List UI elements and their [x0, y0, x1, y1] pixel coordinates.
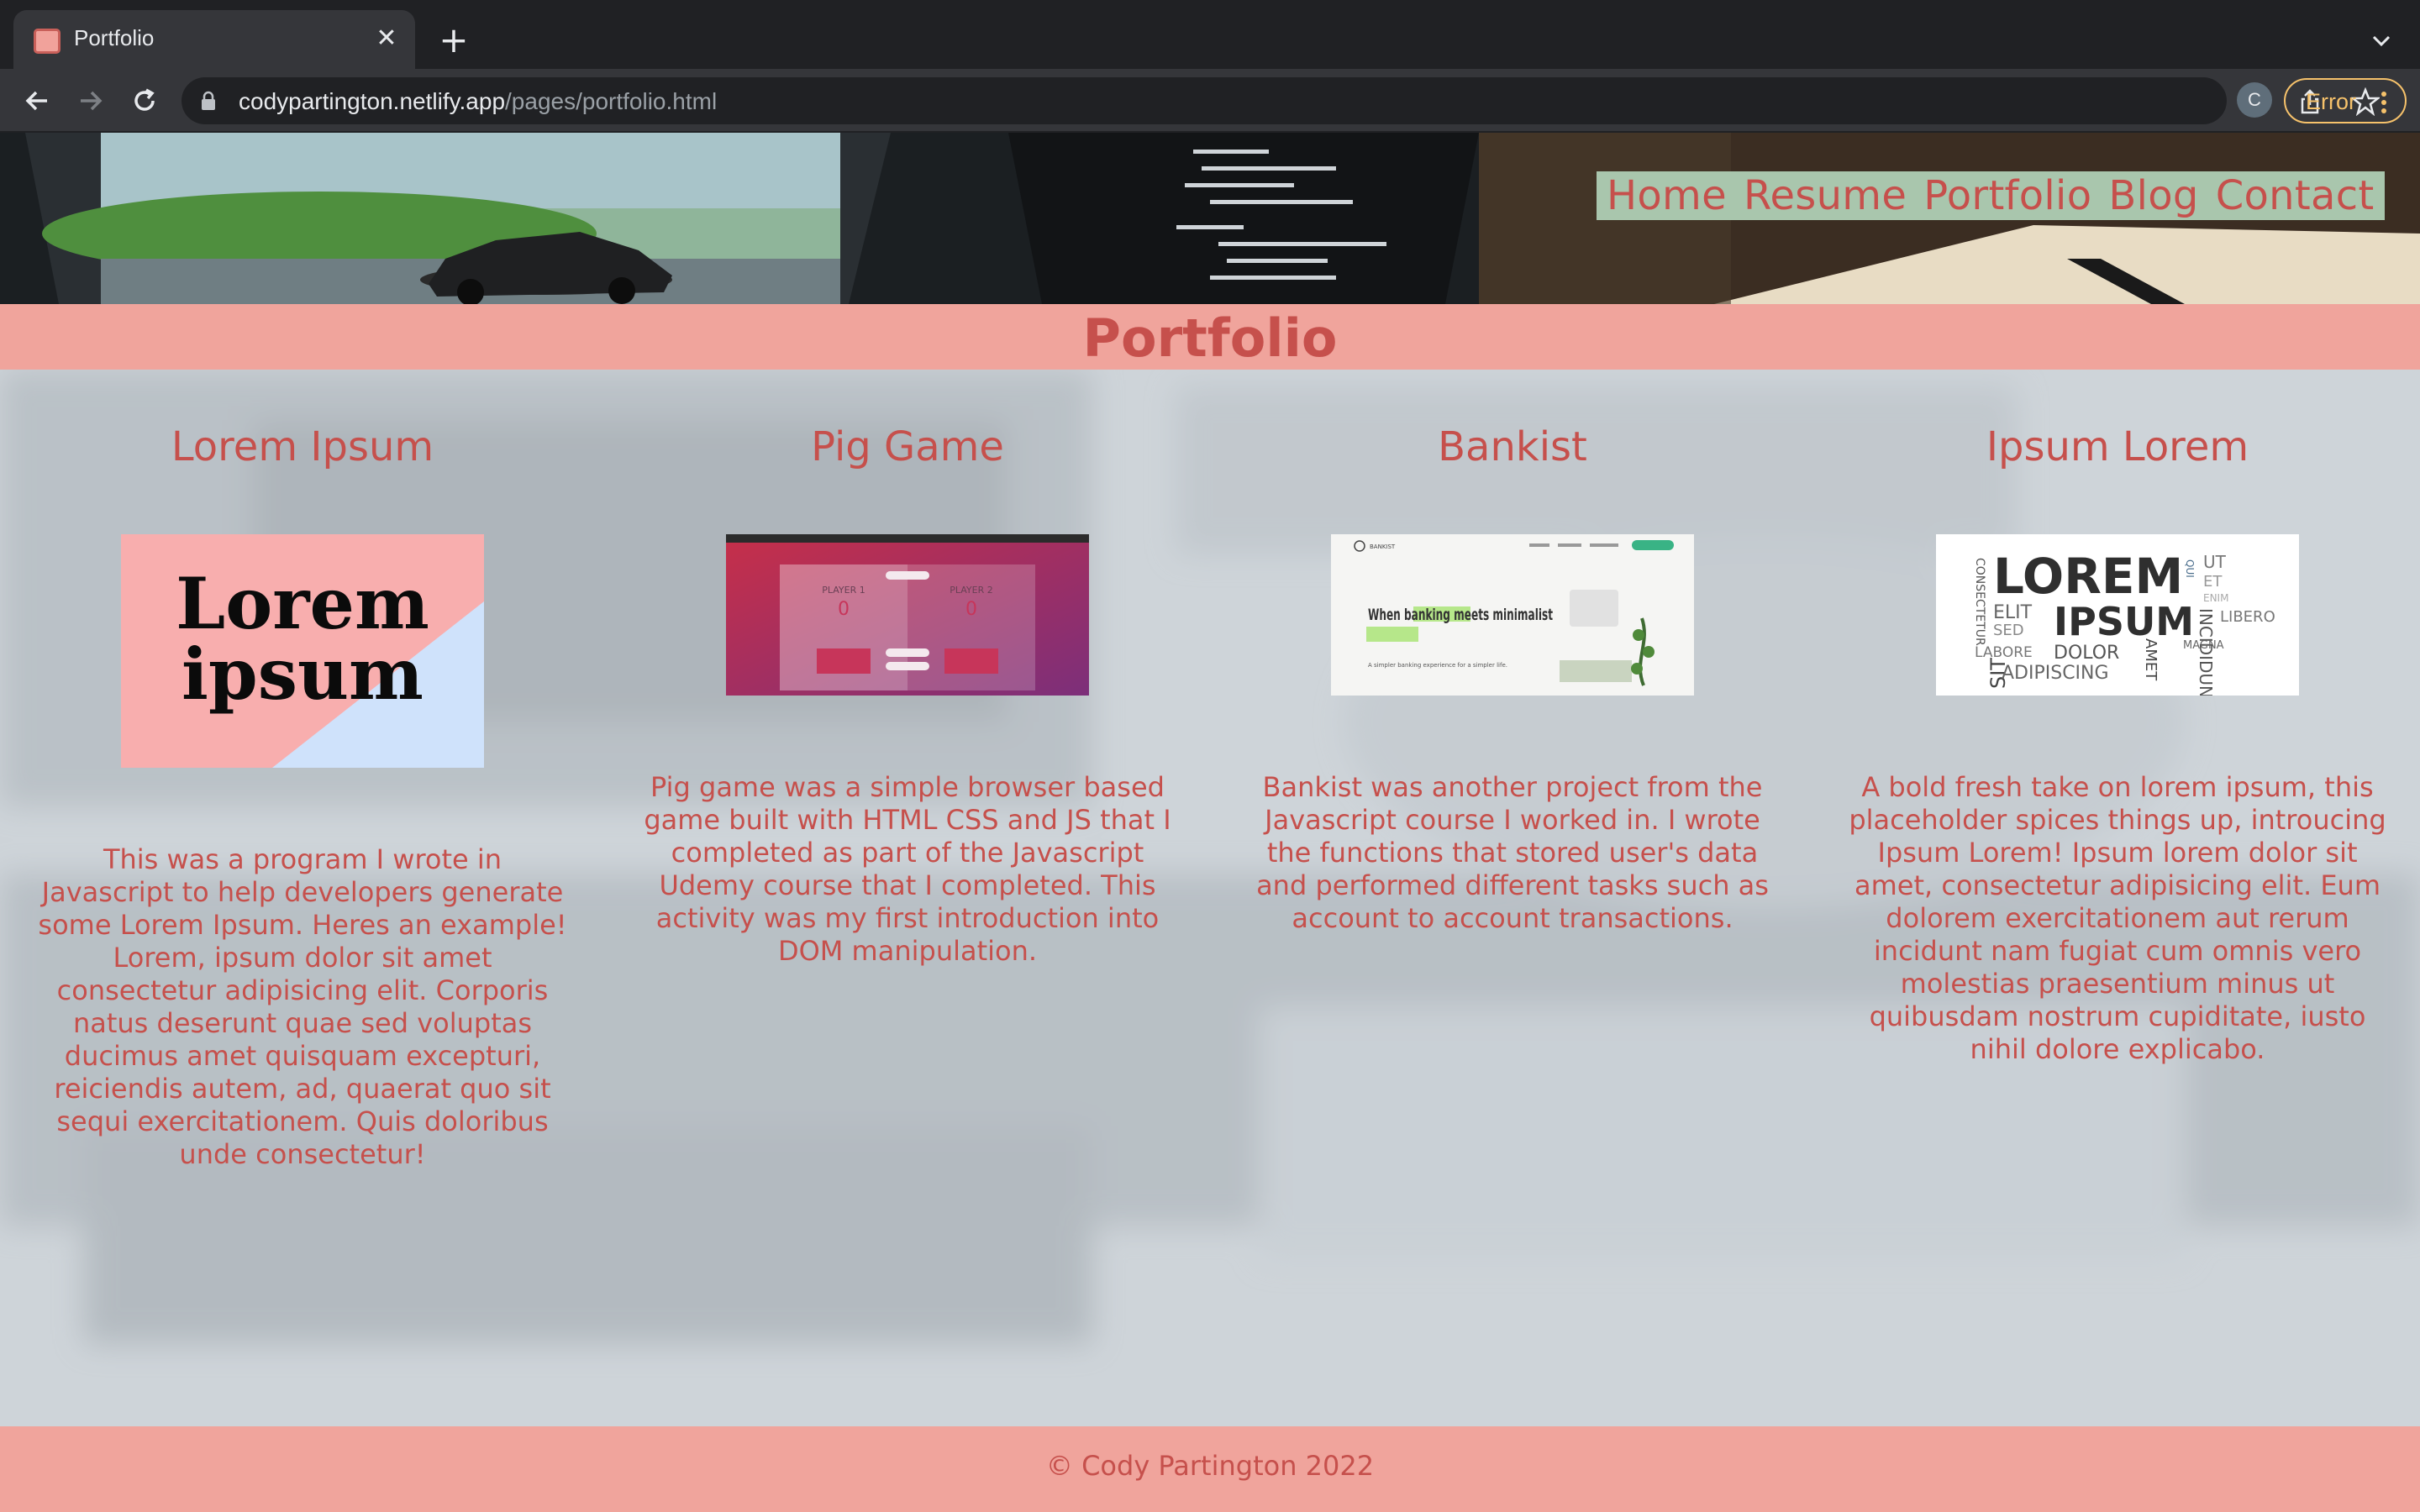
cloud-word-enim: ENIM	[2203, 592, 2228, 604]
main-nav: Home Resume Portfolio Blog Contact	[1597, 171, 2385, 220]
page-title: Portfolio	[1082, 307, 1338, 369]
cloud-word-dolor: DOLOR	[2054, 643, 2119, 664]
project-description: Pig game was a simple browser based game…	[644, 771, 1171, 967]
cloud-word-incididunt: INCIDIDUNT	[2196, 608, 2216, 696]
nav-link-resume[interactable]: Resume	[1744, 172, 1907, 219]
bankist-headline: When banking meets minimalist	[1368, 606, 1553, 624]
cloud-word-adipiscing: ADIPISCING	[2002, 663, 2109, 684]
player-2-score: 0	[965, 599, 977, 620]
cloud-word-consectetur: CONSECTETUR	[1973, 558, 1986, 646]
thumbnail-word-2: ipsum	[182, 633, 424, 716]
url-text: codypartington.netlify.app/pages/portfol…	[239, 88, 717, 115]
project-title: Lorem Ipsum	[171, 423, 434, 470]
cloud-word-lorem: LOREM	[1993, 548, 2183, 605]
main-section: Lorem Ipsum Lorem ipsum This was a progr…	[0, 370, 2420, 1426]
tab-search-chevron-icon[interactable]	[2366, 25, 2396, 55]
browser-tab-strip: Portfolio ✕ +	[0, 0, 2420, 69]
cloud-word-libero: LIBERO	[2220, 608, 2275, 626]
nav-link-blog[interactable]: Blog	[2108, 172, 2198, 219]
project-card-lorem-ipsum: Lorem Ipsum Lorem ipsum This was a progr…	[34, 423, 571, 1170]
nav-link-home[interactable]: Home	[1607, 172, 1727, 219]
cloud-word-generator: QUI	[2184, 559, 2196, 578]
project-title: Pig Game	[811, 423, 1004, 470]
project-title: Bankist	[1438, 423, 1587, 470]
cloud-word-labore: LABORE	[1975, 644, 2033, 661]
player-1-score: 0	[838, 599, 850, 620]
player-2-label: PLAYER 2	[950, 585, 993, 596]
project-description: Bankist was another project from the Jav…	[1256, 771, 1769, 934]
nav-link-portfolio[interactable]: Portfolio	[1923, 172, 2091, 219]
close-tab-icon[interactable]: ✕	[371, 24, 402, 54]
profile-avatar[interactable]: C	[2237, 82, 2272, 118]
lorem-ipsum-thumbnail: Lorem ipsum	[121, 534, 484, 768]
project-image-bankist[interactable]: BANKIST When banking meets minimalist A …	[1331, 534, 1694, 696]
project-image-ipsum-lorem[interactable]: LOREM IPSUM DOLOR SIT AMET ELIT SED LABO…	[1936, 534, 2299, 696]
bankist-logo-text: BANKIST	[1370, 543, 1396, 550]
forward-arrow-icon[interactable]	[72, 82, 109, 119]
browser-toolbar: codypartington.netlify.app/pages/portfol…	[0, 69, 2420, 133]
project-card-ipsum-lorem: Ipsum Lorem LOREM IPSUM DOLOR SIT AMET E…	[1849, 423, 2386, 1065]
reload-icon[interactable]	[126, 82, 163, 119]
copyright-text: © Cody Partington 2022	[1045, 1450, 1375, 1482]
project-image-lorem-ipsum[interactable]: Lorem ipsum	[121, 534, 484, 768]
project-card-pig-game: Pig Game PLAYER 1 PLAYER 2 0 0 Pig game …	[639, 423, 1176, 967]
new-tab-button[interactable]: +	[437, 23, 471, 58]
pig-game-thumbnail: PLAYER 1 PLAYER 2 0 0	[726, 534, 1089, 696]
cloud-word-ipsum: IPSUM	[2054, 599, 2194, 644]
site-favicon-icon	[34, 29, 60, 54]
error-label: Error	[2306, 89, 2356, 114]
page-title-band: Portfolio	[0, 304, 2420, 370]
word-cloud-thumbnail: LOREM IPSUM DOLOR SIT AMET ELIT SED LABO…	[1936, 534, 2299, 696]
project-description: A bold fresh take on lorem ipsum, this p…	[1849, 771, 2386, 1065]
project-title: Ipsum Lorem	[1986, 423, 2249, 470]
tab-title: Portfolio	[74, 25, 155, 50]
page-viewport: Home Resume Portfolio Blog Contact Portf…	[0, 133, 2420, 1512]
browser-tab[interactable]: Portfolio ✕	[13, 10, 415, 69]
url-host: codypartington.netlify.app	[239, 88, 506, 114]
nav-link-contact[interactable]: Contact	[2216, 172, 2375, 219]
back-arrow-icon[interactable]	[18, 82, 55, 119]
cloud-word-amet: AMET	[2142, 638, 2160, 681]
address-bar[interactable]: codypartington.netlify.app/pages/portfol…	[182, 77, 2380, 124]
cloud-word-et: ET	[2203, 573, 2223, 591]
player-1-label: PLAYER 1	[822, 585, 865, 596]
project-card-bankist: Bankist BANKIST When banking meets minim…	[1244, 423, 1781, 934]
more-menu-icon[interactable]	[2380, 90, 2388, 115]
cloud-word-magna: MAGNA	[2183, 639, 2224, 652]
cloud-word-sed: SED	[1993, 622, 2024, 639]
lock-icon[interactable]	[200, 91, 217, 111]
bankist-thumbnail: BANKIST When banking meets minimalist A …	[1331, 534, 1694, 696]
profile-error-button[interactable]: Error	[2284, 78, 2407, 123]
cloud-word-elit: ELIT	[1993, 602, 2033, 623]
header-banner-image: Home Resume Portfolio Blog Contact	[0, 133, 2420, 304]
url-path: /pages/portfolio.html	[505, 88, 718, 114]
project-image-pig-game[interactable]: PLAYER 1 PLAYER 2 0 0	[726, 534, 1089, 696]
bankist-subtext: A simpler banking experience for a simpl…	[1368, 662, 1507, 669]
site-footer: © Cody Partington 2022	[0, 1426, 2420, 1512]
project-description: This was a program I wrote in Javascript…	[38, 843, 567, 1170]
cloud-word-ut: UT	[2203, 552, 2227, 572]
